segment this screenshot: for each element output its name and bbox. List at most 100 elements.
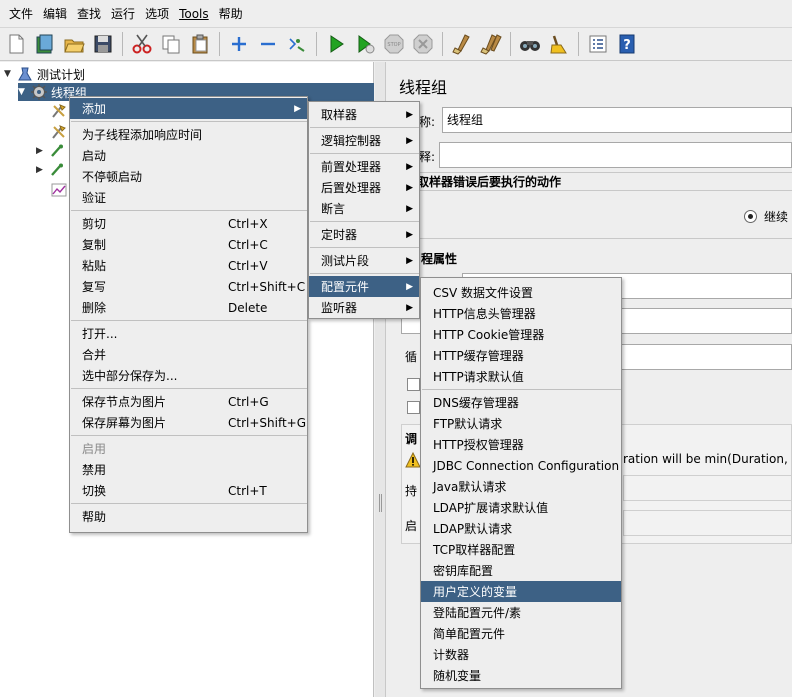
collapse-icon[interactable] xyxy=(255,31,281,57)
menu-item-help[interactable]: 帮助 xyxy=(70,506,307,527)
config-item-ldap-extended-defaults[interactable]: LDAP扩展请求默认值 xyxy=(421,497,621,518)
config-item-jdbc-connection[interactable]: JDBC Connection Configuration xyxy=(421,455,621,476)
save-icon[interactable] xyxy=(90,31,116,57)
tree-node-child[interactable] xyxy=(50,181,71,199)
continue-radio[interactable] xyxy=(744,210,757,223)
submenu-item-pre-processor[interactable]: 前置处理器 ▶ xyxy=(309,156,419,177)
menu-separator xyxy=(71,320,307,321)
menu-item-start-no-pauses[interactable]: 不停顿启动 xyxy=(70,166,307,187)
expand-arrow-icon[interactable]: ▼ xyxy=(18,87,30,97)
config-item-keystore-config[interactable]: 密钥库配置 xyxy=(421,560,621,581)
tree-node-test-plan[interactable]: ▼ 测试计划 xyxy=(4,65,85,83)
submenu-item-test-fragment[interactable]: 测试片段 ▶ xyxy=(309,250,419,271)
submenu-item-post-processor[interactable]: 后置处理器 ▶ xyxy=(309,177,419,198)
config-item-http-header-manager[interactable]: HTTP信息头管理器 xyxy=(421,303,621,324)
toggle-icon[interactable] xyxy=(284,31,310,57)
menu-item-toggle[interactable]: 切换 Ctrl+T xyxy=(70,480,307,501)
submenu-item-listener[interactable]: 监听器 ▶ xyxy=(309,297,419,318)
stop-icon[interactable]: STOP xyxy=(381,31,407,57)
config-item-dns-cache-manager[interactable]: DNS缓存管理器 xyxy=(421,392,621,413)
config-item-http-cache-manager[interactable]: HTTP缓存管理器 xyxy=(421,345,621,366)
menu-file[interactable]: 文件 xyxy=(4,0,38,28)
menu-edit[interactable]: 编辑 xyxy=(38,0,72,28)
menu-item-paste[interactable]: 粘贴 Ctrl+V xyxy=(70,255,307,276)
config-item-csv-data-set[interactable]: CSV 数据文件设置 xyxy=(421,282,621,303)
clear-all-icon[interactable] xyxy=(478,31,504,57)
menu-item-delete[interactable]: 删除 Delete xyxy=(70,297,307,318)
collapse-arrow-icon[interactable]: ▶ xyxy=(36,165,48,175)
config-item-counter[interactable]: 计数器 xyxy=(421,644,621,665)
config-item-java-request-defaults[interactable]: Java默认请求 xyxy=(421,476,621,497)
test-plan-icon xyxy=(16,65,34,83)
menu-help[interactable]: 帮助 xyxy=(214,0,248,28)
listener-icon xyxy=(50,181,68,199)
help-icon[interactable]: ? xyxy=(614,31,640,57)
shutdown-icon[interactable] xyxy=(410,31,436,57)
sampler-error-section-title: 取样器错误后要执行的动作 xyxy=(417,175,562,189)
cut-icon[interactable] xyxy=(129,31,155,57)
menu-options[interactable]: 选项 xyxy=(140,0,174,28)
start-no-pause-icon[interactable] xyxy=(352,31,378,57)
menu-separator xyxy=(71,121,307,122)
menu-search[interactable]: 查找 xyxy=(72,0,106,28)
duration-label: 持 xyxy=(405,484,418,498)
submenu-item-timer[interactable]: 定时器 ▶ xyxy=(309,224,419,245)
start-icon[interactable] xyxy=(323,31,349,57)
config-item-ftp-request-defaults[interactable]: FTP默认请求 xyxy=(421,413,621,434)
reset-search-icon[interactable] xyxy=(546,31,572,57)
config-item-tcp-sampler-config[interactable]: TCP取样器配置 xyxy=(421,539,621,560)
menu-item-cut[interactable]: 剪切 Ctrl+X xyxy=(70,213,307,234)
collapse-arrow-icon[interactable]: ▶ xyxy=(36,146,48,156)
new-icon[interactable] xyxy=(3,31,29,57)
startup-delay-input[interactable] xyxy=(623,510,792,536)
menu-item-open[interactable]: 打开... xyxy=(70,323,307,344)
expand-arrow-icon[interactable]: ▼ xyxy=(4,69,16,79)
open-icon[interactable] xyxy=(61,31,87,57)
tree-node-child[interactable]: ▶ xyxy=(36,142,69,160)
paste-icon[interactable] xyxy=(187,31,213,57)
config-item-random-variable[interactable]: 随机变量 xyxy=(421,665,621,686)
config-item-ldap-request-defaults[interactable]: LDAP默认请求 xyxy=(421,518,621,539)
config-item-user-defined-variables[interactable]: 用户定义的变量 xyxy=(421,581,621,602)
menu-item-duplicate[interactable]: 复写 Ctrl+Shift+C xyxy=(70,276,307,297)
menu-tools[interactable]: Tools xyxy=(174,0,214,28)
comment-input[interactable] xyxy=(439,142,792,168)
add-submenu: 取样器 ▶ 逻辑控制器 ▶ 前置处理器 ▶ 后置处理器 ▶ 断言 ▶ 定时器 ▶ 测试片段 ▶… xyxy=(308,101,420,319)
tree-node-child[interactable] xyxy=(50,102,71,120)
toolbar-separator xyxy=(219,32,220,56)
menu-item-add[interactable]: 添加 ▶ xyxy=(70,98,307,119)
copy-icon[interactable] xyxy=(158,31,184,57)
config-item-http-authorization-manager[interactable]: HTTP授权管理器 xyxy=(421,434,621,455)
config-item-http-request-defaults[interactable]: HTTP请求默认值 xyxy=(421,366,621,387)
expand-icon[interactable] xyxy=(226,31,252,57)
config-item-simple-config[interactable]: 简单配置元件 xyxy=(421,623,621,644)
name-input[interactable]: 线程组 xyxy=(442,107,792,133)
same-user-checkbox[interactable] xyxy=(407,378,420,391)
search-icon[interactable] xyxy=(517,31,543,57)
config-item-login-config[interactable]: 登陆配置元件/素 xyxy=(421,602,621,623)
tree-node-child[interactable]: ▶ xyxy=(36,161,69,179)
splitter-grip[interactable] xyxy=(379,494,382,512)
submenu-item-logic-controller[interactable]: 逻辑控制器 ▶ xyxy=(309,130,419,151)
submenu-item-assertion[interactable]: 断言 ▶ xyxy=(309,198,419,219)
menu-item-validate[interactable]: 验证 xyxy=(70,187,307,208)
menu-item-start[interactable]: 启动 xyxy=(70,145,307,166)
menu-item-save-node-image[interactable]: 保存节点为图片 Ctrl+G xyxy=(70,391,307,412)
menu-item-save-selection-as[interactable]: 选中部分保存为... xyxy=(70,365,307,386)
menu-item-disable[interactable]: 禁用 xyxy=(70,459,307,480)
submenu-item-sampler[interactable]: 取样器 ▶ xyxy=(309,104,419,125)
clear-icon[interactable] xyxy=(449,31,475,57)
templates-icon[interactable] xyxy=(32,31,58,57)
tree-node-child[interactable] xyxy=(50,123,71,141)
menu-item-add-think-times[interactable]: 为子线程添加响应时间 xyxy=(70,124,307,145)
menu-item-copy[interactable]: 复制 Ctrl+C xyxy=(70,234,307,255)
function-helper-icon[interactable] xyxy=(585,31,611,57)
duration-input[interactable] xyxy=(623,475,792,501)
menu-item-save-screen-image[interactable]: 保存屏幕为图片 Ctrl+Shift+G xyxy=(70,412,307,433)
menu-item-merge[interactable]: 合并 xyxy=(70,344,307,365)
scheduler-warning-text: ration will be min(Duration, Loo xyxy=(623,452,792,466)
submenu-item-config-element[interactable]: 配置元件 ▶ xyxy=(309,276,419,297)
delay-thread-checkbox[interactable] xyxy=(407,401,420,414)
menu-run[interactable]: 运行 xyxy=(106,0,140,28)
config-item-http-cookie-manager[interactable]: HTTP Cookie管理器 xyxy=(421,324,621,345)
